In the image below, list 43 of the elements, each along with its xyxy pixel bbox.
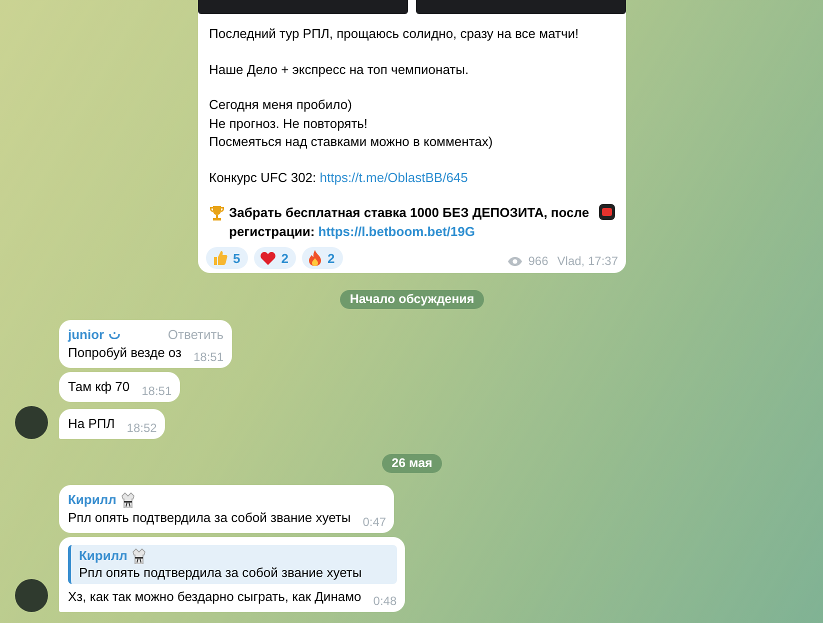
avatar[interactable] xyxy=(15,579,48,612)
author-name[interactable]: Кирилл xyxy=(79,547,128,564)
post-text: Конкурс UFC 302: https://t.me/OblastBB/645 xyxy=(209,168,469,187)
arc-icon xyxy=(109,331,120,339)
reaction-button[interactable]: 5 xyxy=(206,247,248,269)
kimono-icon xyxy=(121,492,136,508)
thumbs-up-icon xyxy=(212,250,228,266)
avatar[interactable] xyxy=(15,406,48,439)
post-text: Не прогноз. Не повторять! xyxy=(209,114,369,133)
message-text: Там кф 70 xyxy=(68,378,130,396)
post-text: Посмеяться над ставками можно в комментах) xyxy=(209,133,494,151)
message-time: 18:51 xyxy=(193,350,224,364)
message-text: Рпл опять подтвердила за собой звание хуеты xyxy=(68,509,351,527)
message-time: 0:48 xyxy=(373,594,397,608)
message-time: 18:51 xyxy=(142,384,172,398)
link[interactable]: https://l.betboom.bet/19G xyxy=(318,224,475,238)
reply-link[interactable]: Ответить xyxy=(168,326,224,344)
view-count: 966 xyxy=(528,254,548,268)
post-text: Последний тур РПЛ, прощаюсь солидно, сразу на все матчи! xyxy=(209,25,580,43)
eye-icon xyxy=(507,256,524,266)
kimono-icon xyxy=(132,548,146,564)
message-time: 18:52 xyxy=(126,421,157,435)
service-message: Начало обсуждения xyxy=(340,290,484,309)
trophy-icon xyxy=(209,205,225,221)
reaction-button[interactable]: 2 xyxy=(254,247,296,269)
heart-icon xyxy=(260,250,276,266)
post-text: Наше Дело + экспресс на топ чемпионаты. xyxy=(209,60,470,79)
message-text: Хз, как так можно бездарно сыграть, как Динамо xyxy=(68,588,362,606)
reply-quote[interactable]: Кирилл Рпл опять подтвердила за собой звание хуеты xyxy=(68,545,397,584)
message-text: На РПЛ xyxy=(68,415,115,433)
link[interactable]: https://t.me/OblastBB/645 xyxy=(320,170,468,184)
promo-text: Забрать бесплатная ставка 1000 БЕЗ ДЕПОЗИТА, после регистрации: https://l.betboom.bet/19G xyxy=(229,204,590,241)
message-time: 0:47 xyxy=(362,515,386,529)
quoted-text: Рпл опять подтвердила за собой звание хуеты xyxy=(79,564,363,581)
author-name[interactable]: junior xyxy=(68,326,104,344)
post-text: Сегодня меня пробило) xyxy=(209,96,353,114)
date-label: 26 мая xyxy=(382,454,442,473)
reaction-button[interactable]: 2 xyxy=(302,247,343,269)
post-signature: Vlad, 17:37 xyxy=(557,254,618,268)
fire-icon xyxy=(308,250,322,266)
logo-icon xyxy=(599,204,615,220)
message-text: Попробуй везде оз xyxy=(68,344,182,362)
author-name[interactable]: Кирилл xyxy=(68,491,116,509)
